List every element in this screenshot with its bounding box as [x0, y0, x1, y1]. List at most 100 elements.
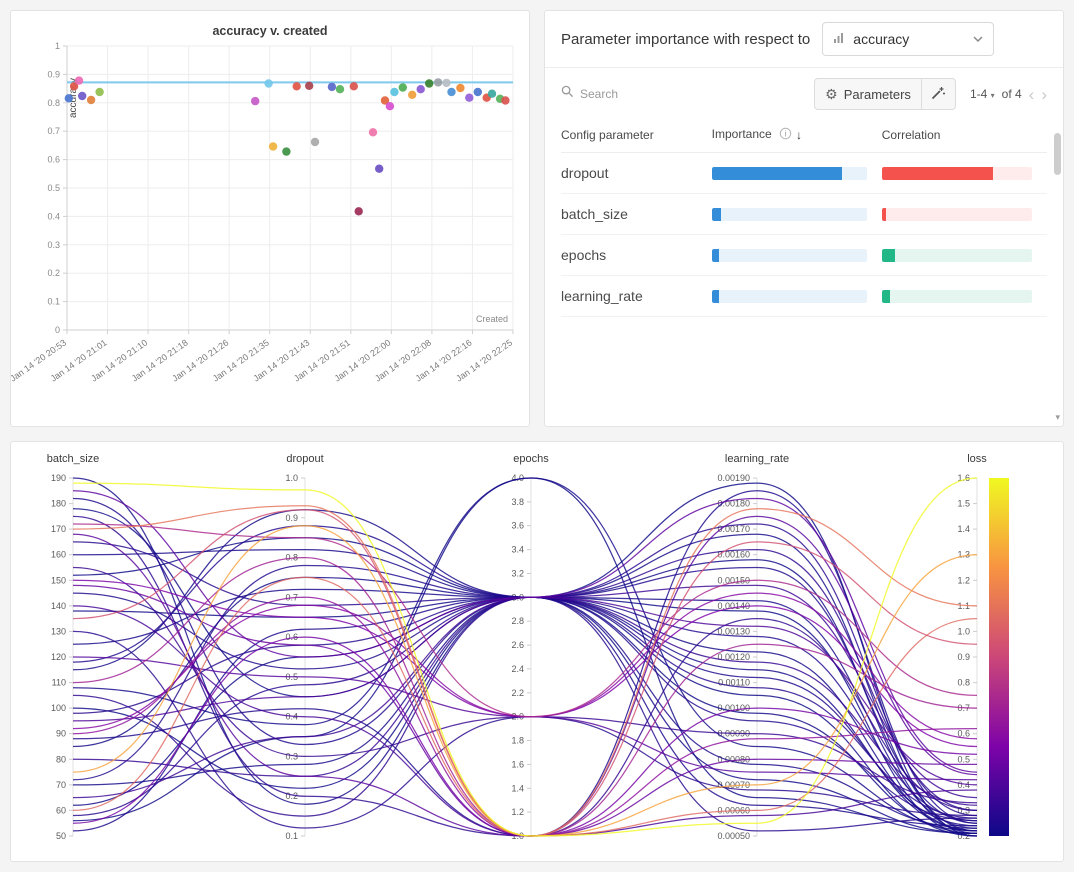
scatter-point[interactable]	[408, 91, 416, 99]
parameter-name: dropout	[561, 153, 712, 194]
run-line[interactable]	[73, 593, 977, 826]
sort-descending-icon[interactable]: ↓	[796, 128, 802, 142]
scatter-point[interactable]	[95, 88, 103, 96]
parameter-name: epochs	[561, 235, 712, 276]
scatter-point[interactable]	[350, 82, 358, 90]
importance-toolbar: ⚙ Parameters 1-4 ▾ of 4 ‹	[545, 68, 1063, 116]
svg-text:Created: Created	[476, 314, 508, 324]
svg-text:0.1: 0.1	[285, 831, 298, 841]
correlation-bar-track	[882, 208, 1033, 221]
run-line[interactable]	[73, 478, 977, 831]
scatter-point[interactable]	[355, 207, 363, 215]
correlation-bar-fill	[882, 249, 896, 262]
scatter-point[interactable]	[417, 85, 425, 93]
scatter-point[interactable]	[386, 102, 394, 110]
importance-bar-fill	[712, 249, 720, 262]
svg-text:0.1: 0.1	[47, 297, 60, 307]
svg-text:0.3: 0.3	[47, 240, 60, 250]
svg-text:2.6: 2.6	[511, 640, 524, 650]
chevron-right-icon[interactable]: ›	[1041, 86, 1047, 103]
scatter-point[interactable]	[390, 88, 398, 96]
mini-bar-chart-icon	[833, 30, 845, 48]
pagination-range[interactable]: 1-4 ▾	[970, 87, 995, 101]
parameter-name: learning_rate	[561, 276, 712, 317]
run-line[interactable]	[73, 568, 977, 803]
svg-text:0.5: 0.5	[957, 754, 970, 764]
scatter-point[interactable]	[369, 128, 377, 136]
svg-text:100: 100	[51, 703, 66, 713]
importance-panel-title: Parameter importance with respect to	[561, 31, 810, 48]
col-importance[interactable]: Importance i ↓	[712, 118, 882, 153]
svg-text:130: 130	[51, 626, 66, 636]
col-correlation[interactable]: Correlation	[882, 118, 1047, 153]
importance-bar-track	[712, 208, 867, 221]
magic-wand-button[interactable]	[922, 78, 956, 110]
scatter-point[interactable]	[434, 78, 442, 86]
scatter-point[interactable]	[328, 83, 336, 91]
svg-text:140: 140	[51, 601, 66, 611]
svg-text:i: i	[785, 129, 787, 138]
scatter-point[interactable]	[305, 82, 313, 90]
scatter-point[interactable]	[293, 82, 301, 90]
scatter-point[interactable]	[75, 76, 83, 84]
scatter-point[interactable]	[399, 83, 407, 91]
parallel-coordinates-panel: batch_size506070809010011012013014015016…	[10, 441, 1064, 862]
scatter-point[interactable]	[447, 88, 455, 96]
search-input[interactable]	[580, 87, 700, 101]
scatter-point[interactable]	[425, 79, 433, 87]
svg-text:learning_rate: learning_rate	[725, 453, 789, 465]
parameter-row[interactable]: batch_size	[561, 194, 1047, 235]
parameter-name: batch_size	[561, 194, 712, 235]
accuracy-vs-created-chart[interactable]: 00.10.20.30.40.50.60.70.80.91Jan 14 '20 …	[11, 38, 529, 413]
search-box[interactable]	[561, 85, 814, 103]
scatter-point[interactable]	[251, 97, 259, 105]
run-line[interactable]	[73, 491, 977, 836]
svg-text:1.5: 1.5	[957, 499, 970, 509]
col-config-parameter[interactable]: Config parameter	[561, 118, 712, 153]
scatter-point[interactable]	[87, 96, 95, 104]
scatter-point[interactable]	[264, 79, 272, 87]
svg-text:160: 160	[51, 550, 66, 560]
scatter-point[interactable]	[465, 94, 473, 102]
parameter-importance-table: Config parameter Importance i ↓ Correlat…	[561, 118, 1047, 317]
scatter-svg: 00.10.20.30.40.50.60.70.80.91Jan 14 '20 …	[11, 38, 527, 408]
scroll-down-icon[interactable]: ▾	[1055, 412, 1060, 423]
scatter-point[interactable]	[311, 138, 319, 146]
scatter-point[interactable]	[78, 92, 86, 100]
scatter-point[interactable]	[488, 90, 496, 98]
table-header-row: Config parameter Importance i ↓ Correlat…	[561, 118, 1047, 153]
run-line[interactable]	[73, 478, 977, 831]
parameters-button[interactable]: ⚙ Parameters	[814, 78, 922, 110]
correlation-bar-track	[882, 290, 1033, 303]
importance-bar-fill	[712, 167, 842, 180]
info-icon[interactable]: i	[779, 127, 792, 143]
scatter-point[interactable]	[65, 94, 73, 102]
scrollbar-thumb[interactable]	[1054, 133, 1061, 175]
svg-text:1.4: 1.4	[511, 783, 524, 793]
scatter-point[interactable]	[456, 84, 464, 92]
accuracy-scatter-panel: accuracy v. created 00.10.20.30.40.50.60…	[10, 10, 530, 427]
caret-down-icon: ▾	[991, 91, 995, 100]
scatter-point[interactable]	[474, 88, 482, 96]
scatter-point[interactable]	[375, 165, 383, 173]
svg-text:0.4: 0.4	[47, 211, 60, 221]
col-importance-label: Importance	[712, 127, 772, 141]
svg-text:0.00050: 0.00050	[717, 831, 750, 841]
parameter-row[interactable]: learning_rate	[561, 276, 1047, 317]
svg-text:80: 80	[56, 754, 66, 764]
scatter-point[interactable]	[269, 142, 277, 150]
scatter-point[interactable]	[442, 79, 450, 87]
run-line[interactable]	[73, 637, 977, 836]
chevron-left-icon[interactable]: ‹	[1029, 86, 1035, 103]
chevron-down-icon	[973, 30, 983, 48]
scatter-point[interactable]	[501, 96, 509, 104]
svg-text:1.2: 1.2	[957, 575, 970, 585]
scatter-point[interactable]	[336, 85, 344, 93]
metric-dropdown[interactable]: accuracy	[822, 22, 994, 56]
parallel-coordinates-chart[interactable]: batch_size506070809010011012013014015016…	[15, 448, 1059, 855]
parameter-row[interactable]: dropout	[561, 153, 1047, 194]
parameter-row[interactable]: epochs	[561, 235, 1047, 276]
run-line[interactable]	[73, 534, 977, 831]
svg-text:60: 60	[56, 805, 66, 815]
scatter-point[interactable]	[282, 147, 290, 155]
